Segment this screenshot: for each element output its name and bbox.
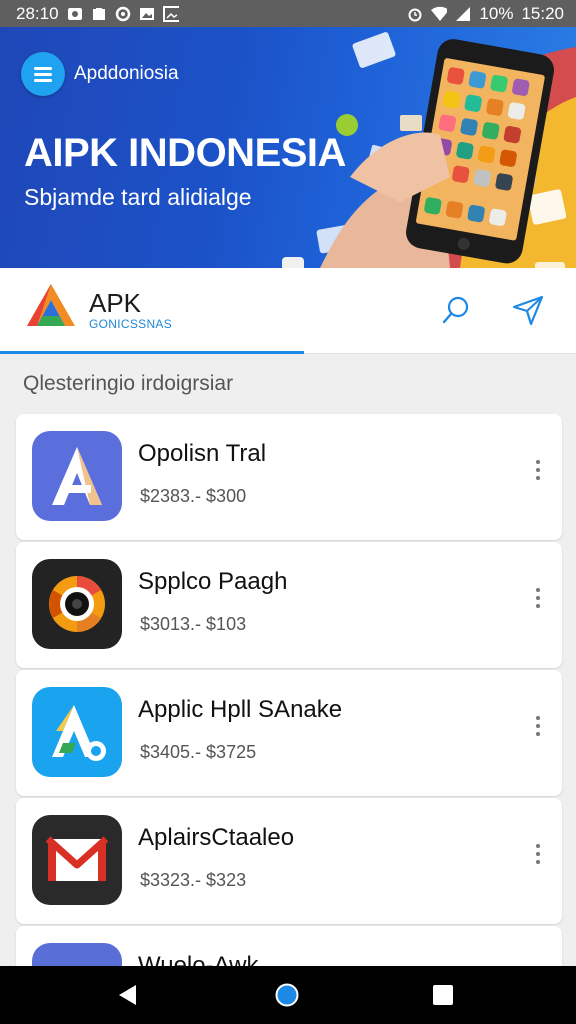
- app-list: Opolisn Tral $2383.- $300 Spplco Paagh $…: [16, 414, 562, 1024]
- phone-in-hand-illustration: [320, 39, 555, 268]
- apk-logo-icon: [27, 284, 75, 326]
- menu-button[interactable]: [21, 52, 65, 96]
- image-icon: [162, 5, 179, 22]
- brand-name: Apddoniosia: [74, 63, 179, 84]
- app-price: $3013.- $103: [140, 614, 247, 634]
- more-options-icon[interactable]: [526, 452, 550, 488]
- app-bar-title: APK: [89, 288, 142, 318]
- more-options-icon[interactable]: [526, 580, 550, 616]
- mail-icon: [91, 6, 107, 22]
- back-icon[interactable]: [116, 983, 140, 1007]
- alarm-icon: [407, 6, 423, 22]
- send-icon: [512, 295, 544, 326]
- more-options-icon[interactable]: [526, 836, 550, 872]
- app-bar-subtitle: GONICSSNAS: [89, 317, 173, 331]
- navigation-bar: [0, 966, 576, 1024]
- share-button[interactable]: [508, 290, 548, 330]
- notification-icon: [67, 6, 83, 22]
- section-heading: Qlesteringio irdoigrsiar: [23, 372, 234, 395]
- photo-icon: [139, 6, 155, 22]
- battery-level: 10%: [479, 3, 514, 23]
- screen: 28:10 10% 15:20 Apddoniosia AIPK INDONES…: [0, 0, 576, 1024]
- app-name: Applic Hpll SAnake: [138, 696, 343, 723]
- status-time-left: 28:10: [16, 3, 59, 23]
- recent-apps-icon[interactable]: [432, 984, 454, 1006]
- app-price: $2383.- $300: [140, 486, 247, 506]
- app-price: $3405.- $3725: [140, 742, 257, 762]
- settings-icon: [115, 6, 131, 22]
- search-button[interactable]: [436, 290, 476, 330]
- letter-a-icon: [32, 431, 122, 521]
- search-icon: [442, 296, 469, 324]
- status-bar: 28:10 10% 15:20: [0, 0, 576, 27]
- app-price: $3323.- $323: [140, 870, 247, 890]
- app-list-item[interactable]: Opolisn Tral $2383.- $300: [16, 414, 562, 540]
- app-name: Opolisn Tral: [138, 440, 267, 467]
- camera-lens-icon: [32, 559, 122, 649]
- wifi-icon: [431, 6, 448, 22]
- app-name: AplairsCtaaleo: [138, 824, 295, 851]
- signal-icon: [455, 6, 471, 22]
- app-name: Spplco Paagh: [138, 568, 288, 595]
- app-list-item[interactable]: Spplco Paagh $3013.- $103: [16, 542, 562, 668]
- app-bar: APK GONICSSNAS: [0, 268, 576, 354]
- tab-indicator: [0, 351, 304, 354]
- app-list-item[interactable]: AplairsCtaaleo $3323.- $323: [16, 798, 562, 924]
- app-list-item[interactable]: Applic Hpll SAnake $3405.- $3725: [16, 670, 562, 796]
- more-options-icon[interactable]: [526, 708, 550, 744]
- home-icon[interactable]: [275, 983, 299, 1007]
- hamburger-icon: [34, 67, 52, 82]
- banner-subtitle: Sbjamde tard alidialge: [24, 184, 252, 210]
- mail-envelope-icon: [32, 815, 122, 905]
- hero-banner: Apddoniosia AIPK INDONESIA Sbjamde tard …: [0, 27, 576, 268]
- letter-a-badge-icon: [32, 687, 122, 777]
- status-time-right: 15:20: [521, 3, 564, 23]
